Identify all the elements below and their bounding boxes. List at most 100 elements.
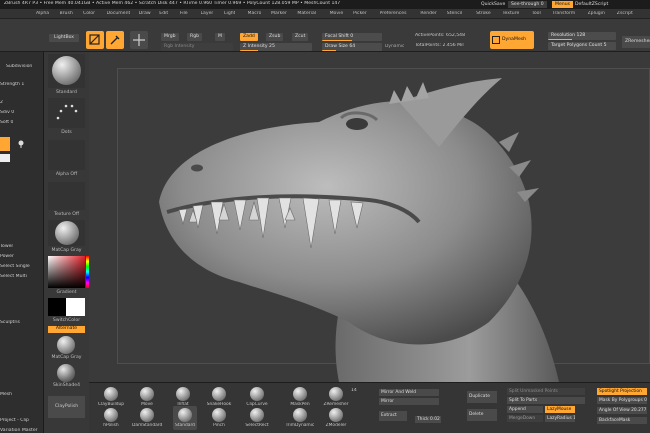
move-button[interactable] (130, 31, 148, 49)
menu-texture[interactable]: Texture (503, 11, 520, 16)
color-picker[interactable] (48, 256, 85, 288)
maskpen-brush-icon[interactable] (293, 387, 307, 401)
power-item[interactable]: Power (0, 254, 14, 259)
backface-mask-toggle[interactable]: BackfaceMask (597, 417, 647, 424)
menu-material[interactable]: Material (297, 11, 316, 16)
quicksave-button[interactable]: QuickSave (478, 1, 508, 8)
pinch-brush-icon[interactable] (212, 408, 226, 422)
standard-brush-thumb[interactable] (48, 54, 85, 88)
menu-stencil[interactable]: Stencil (447, 11, 463, 16)
mesh-item[interactable]: Mesh (0, 392, 12, 397)
menu-tool[interactable]: Tool (532, 11, 541, 16)
soft-slider[interactable]: Soft 0 (0, 120, 13, 125)
selectrect-brush-icon[interactable] (250, 408, 264, 422)
rgb-intensity-slider[interactable]: Rgb Intensity (161, 43, 233, 51)
menu-light[interactable]: Light (224, 11, 235, 16)
snakehook-brush-icon[interactable] (212, 387, 226, 401)
select-single-item[interactable]: Select Single (0, 264, 30, 269)
menu-brush[interactable]: Brush (60, 11, 73, 16)
canvas-viewport[interactable] (89, 52, 650, 382)
mirror-weld-button[interactable]: Mirror And Weld (379, 389, 439, 396)
color-swatch[interactable] (0, 137, 10, 151)
zmodeler-brush-icon[interactable] (329, 408, 343, 422)
clipcurve-brush-icon[interactable] (250, 387, 264, 401)
menu-file[interactable]: File (180, 11, 188, 16)
menu-layer[interactable]: Layer (201, 11, 214, 16)
texture-thumb[interactable] (48, 182, 85, 210)
material-thumb[interactable] (48, 220, 85, 246)
m-button[interactable]: M (215, 33, 225, 41)
resolution-slider[interactable]: Resolution 128 (548, 32, 616, 40)
inflat-brush-icon[interactable] (176, 387, 190, 401)
mask-by-polygroups-slider[interactable]: Mask By Polygroups 0 (597, 397, 647, 404)
switchcolor-button[interactable]: SwitchColor (48, 318, 85, 323)
menu-movie[interactable]: Movie (330, 11, 344, 16)
white-swatch[interactable] (0, 154, 10, 162)
claybuildup-brush-icon[interactable] (104, 387, 118, 401)
trimdynamic-brush-icon[interactable] (293, 408, 307, 422)
append-button[interactable]: Append (507, 406, 543, 413)
skinshade-sphere-icon[interactable] (57, 364, 75, 382)
mirror-button[interactable]: Mirror (379, 398, 439, 405)
menu-document[interactable]: Document (107, 11, 131, 16)
dots-stroke-thumb[interactable] (48, 98, 85, 128)
see-through-slider[interactable]: See-through 0 (508, 1, 547, 8)
alpha-thumb[interactable] (48, 140, 85, 170)
tower-item[interactable]: Tower (0, 244, 13, 249)
zremesher-button[interactable]: ZRemesher (622, 36, 650, 48)
extract-button[interactable]: Extract (379, 411, 407, 421)
rgb-button[interactable]: Rgb (187, 33, 203, 41)
lightbox-button[interactable]: LightBox (49, 34, 79, 42)
thick-slider[interactable]: Thick 0.02 (415, 416, 441, 423)
menu-zplugin[interactable]: Zplugin (588, 11, 605, 16)
menu-render[interactable]: Render (420, 11, 436, 16)
target-polygons-slider[interactable]: Target Polygons Count 5 (548, 42, 616, 50)
damstandard-brush-icon[interactable] (140, 408, 154, 422)
sculptris-item[interactable]: Sculptris (0, 320, 20, 325)
mrgb-button[interactable]: Mrgb (161, 33, 179, 41)
matcap-gray-sphere-icon[interactable] (57, 336, 75, 354)
zremesher-brush-icon[interactable] (329, 387, 343, 401)
alternate-button[interactable]: Alternate (48, 326, 85, 333)
strength-slider[interactable]: Strength 1 (0, 82, 24, 87)
secondary-color-swatch[interactable] (66, 298, 85, 316)
sdiv-slider[interactable]: Sdiv 0 (0, 110, 14, 115)
lazymouse-toggle[interactable]: LazyMouse (545, 406, 575, 413)
default-zscript-button[interactable]: DefaultZScript (572, 1, 611, 8)
move-brush-icon[interactable] (140, 387, 154, 401)
z-intensity-slider[interactable]: Z Intensity 25 (240, 43, 312, 51)
dynamic-toggle[interactable]: Dynamic (385, 44, 404, 49)
split-to-parts-button[interactable]: Split To Parts (507, 397, 585, 404)
dragon-head-sculpt[interactable] (89, 52, 650, 382)
menu-draw[interactable]: Draw (139, 11, 151, 16)
zcut-button[interactable]: Zcut (292, 33, 309, 41)
draw-size-slider[interactable]: Draw Size 64 (322, 43, 382, 51)
menu-alpha[interactable]: Alpha (36, 11, 49, 16)
menu-transform[interactable]: Transform (552, 11, 575, 16)
menu-stroke[interactable]: Stroke (476, 11, 491, 16)
dynamesh-button[interactable]: DynaMesh (490, 31, 534, 49)
pin-icon[interactable] (18, 140, 24, 148)
delete-button[interactable]: Delete (467, 409, 497, 421)
merge-down-button[interactable]: MergeDown (507, 415, 543, 422)
claypolish-button[interactable]: ClayPolish (48, 396, 85, 418)
hpolish-brush-icon[interactable] (104, 408, 118, 422)
variation-master-item[interactable]: Variation Master (0, 428, 38, 433)
menus-button[interactable]: Menus (552, 1, 574, 8)
zadd-button[interactable]: Zadd (240, 33, 258, 41)
menu-preferences[interactable]: Preferences (380, 11, 407, 16)
menu-marker[interactable]: Marker (271, 11, 287, 16)
duplicate-button[interactable]: Duplicate (467, 391, 497, 403)
menu-edit[interactable]: Edit (159, 11, 168, 16)
focal-shift-slider[interactable]: Focal Shift 0 (322, 33, 382, 41)
project-clip-item[interactable]: Project - Clip (0, 418, 29, 423)
menu-macro[interactable]: Macro (248, 11, 262, 16)
select-multi-item[interactable]: Select Multi (0, 274, 27, 279)
menu-picker[interactable]: Picker (353, 11, 367, 16)
split-unmasked-button[interactable]: Split Unmasked Points (507, 388, 585, 395)
draw-button[interactable] (106, 31, 124, 49)
angle-of-view-slider[interactable]: Angle Of View 20.277 (597, 407, 647, 414)
main-color-swatch[interactable] (48, 298, 66, 316)
lazyradius-slider[interactable]: LazyRadius 1 (545, 415, 575, 422)
zsub-button[interactable]: Zsub (266, 33, 284, 41)
